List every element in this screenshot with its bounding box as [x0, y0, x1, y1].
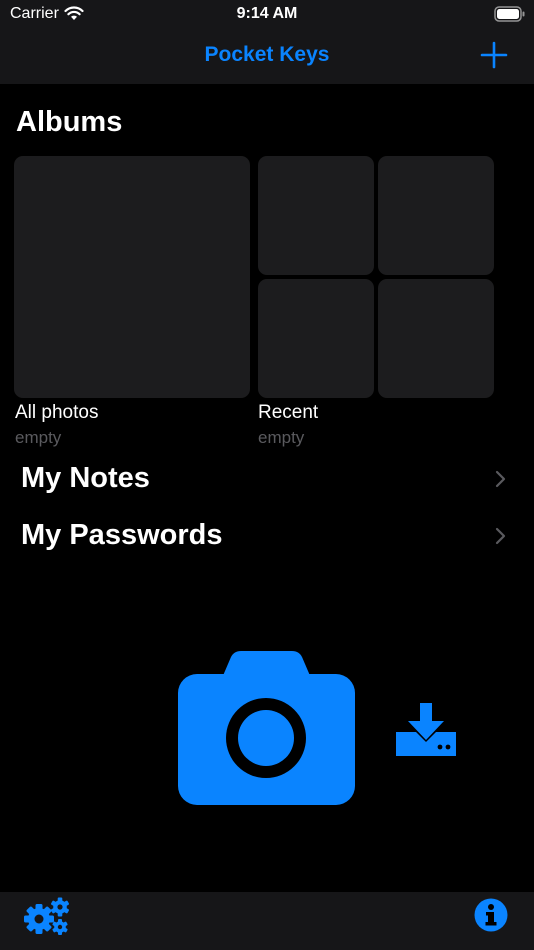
- camera-icon: [178, 651, 355, 805]
- camera-button[interactable]: [178, 650, 355, 805]
- top-bar: Carrier 9:14 AM Pocket Keys: [0, 0, 534, 84]
- album-count: empty: [15, 428, 62, 447]
- download-icon: [396, 703, 456, 756]
- my-passwords-row[interactable]: My Passwords: [0, 511, 534, 561]
- album-count: empty: [258, 428, 305, 447]
- add-button[interactable]: [480, 41, 508, 69]
- album-recent-thumbnail[interactable]: [378, 156, 494, 275]
- status-bar: Carrier 9:14 AM: [0, 0, 534, 30]
- chevron-right-icon: [495, 470, 506, 488]
- album-recent-thumbnail[interactable]: [258, 156, 374, 275]
- album-all-photos-thumbnail[interactable]: [14, 156, 250, 398]
- nav-title: Pocket Keys: [204, 43, 330, 66]
- bottom-toolbar: [0, 892, 534, 950]
- status-time: 9:14 AM: [236, 5, 298, 22]
- gears-icon: [24, 897, 70, 935]
- import-button[interactable]: [396, 702, 456, 758]
- my-passwords-label: My Passwords: [21, 519, 223, 551]
- album-recent-thumbnail[interactable]: [378, 279, 494, 398]
- info-button[interactable]: [474, 898, 508, 932]
- battery-icon: [494, 6, 525, 22]
- info-icon: [474, 898, 508, 932]
- albums-heading: Albums: [16, 106, 123, 138]
- my-notes-label: My Notes: [21, 462, 150, 494]
- album-name: All photos: [15, 402, 99, 423]
- my-notes-row[interactable]: My Notes: [0, 454, 534, 504]
- plus-icon: [480, 41, 508, 69]
- album-name: Recent: [258, 402, 319, 423]
- chevron-right-icon: [495, 527, 506, 545]
- album-recent-thumbnail[interactable]: [258, 279, 374, 398]
- settings-button[interactable]: [24, 896, 70, 936]
